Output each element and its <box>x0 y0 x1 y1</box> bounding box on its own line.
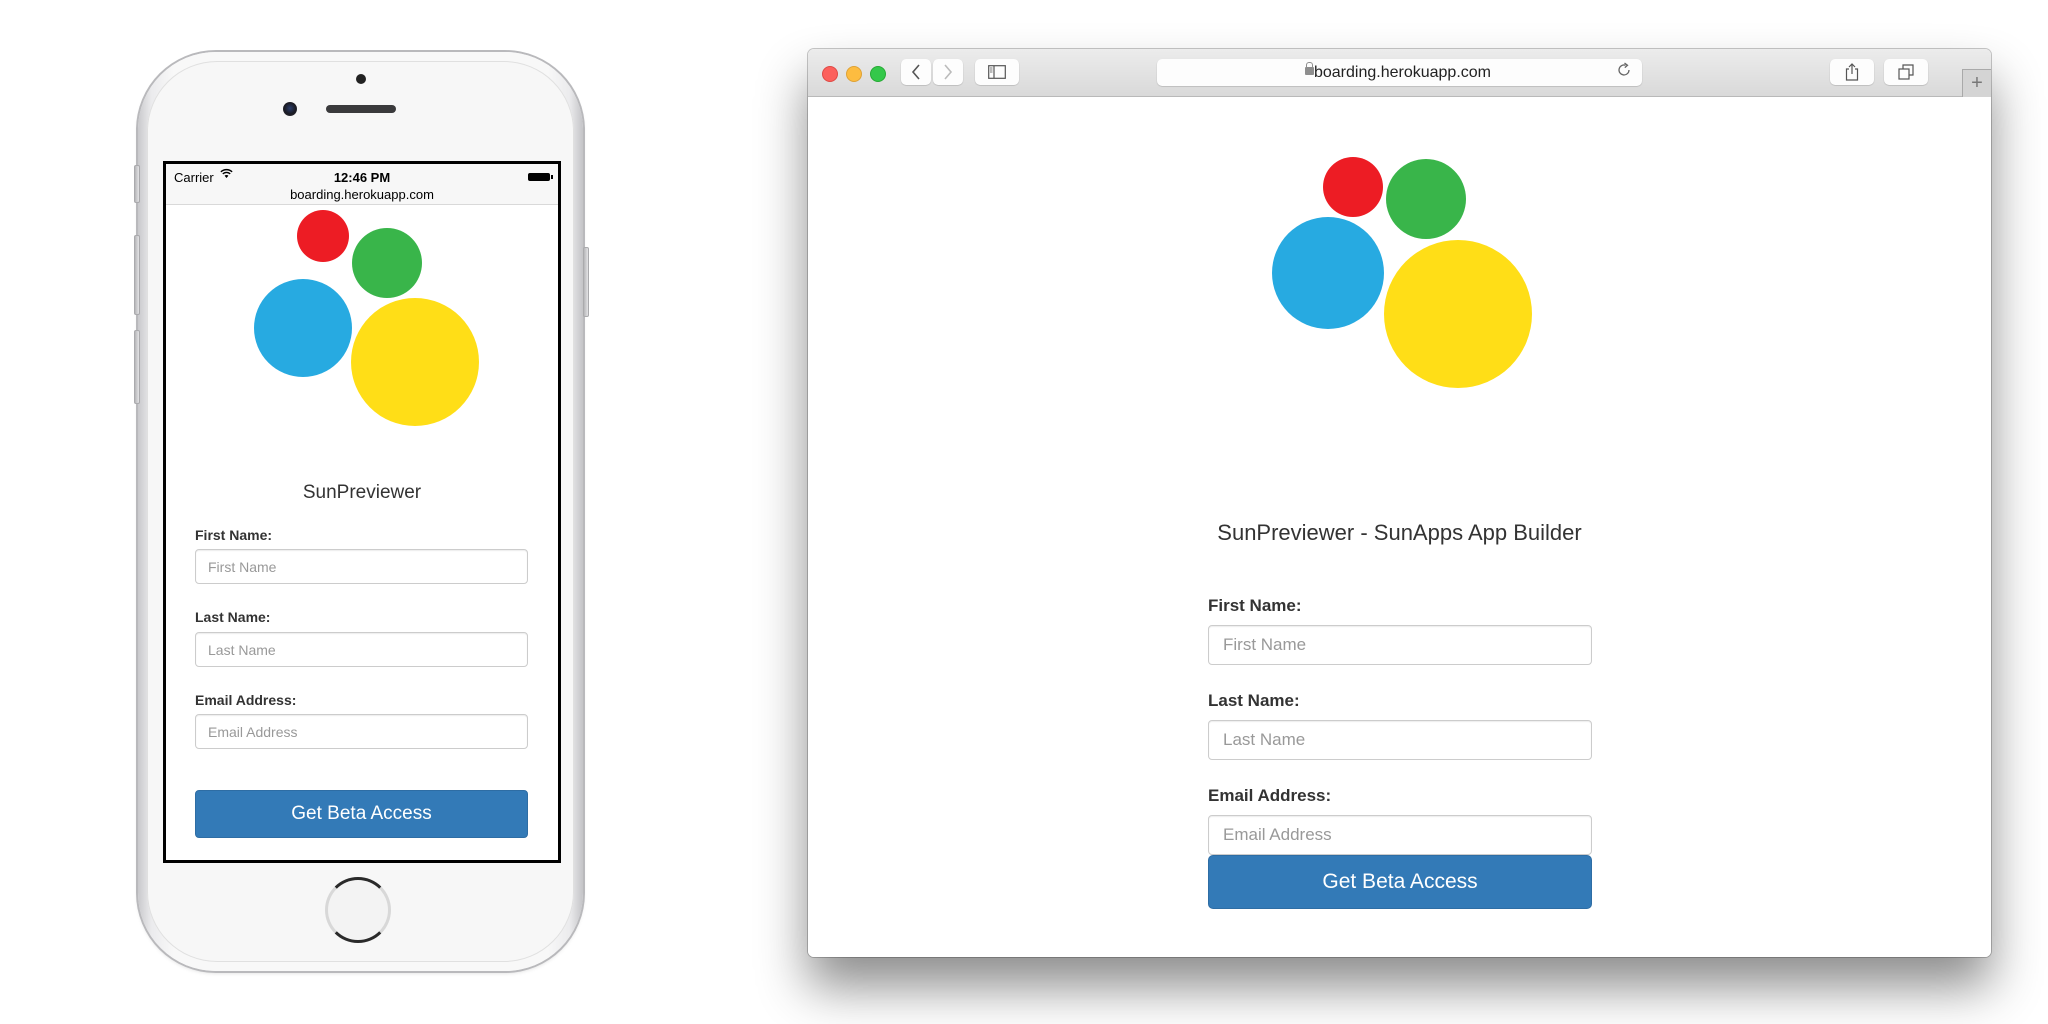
tabs-overview-icon <box>1898 64 1914 80</box>
address-bar[interactable]: boarding.herokuapp.com <box>1157 59 1642 86</box>
email-label: Email Address: <box>1208 786 1332 805</box>
share-icon <box>1845 63 1859 81</box>
last-name-input[interactable] <box>1208 720 1592 760</box>
safari-page-content: SunPreviewer - SunApps App Builder First… <box>808 97 1991 957</box>
volume-down-button <box>134 330 140 404</box>
earpiece-speaker <box>326 105 396 113</box>
email-label: Email Address: <box>195 692 297 708</box>
minimize-window-button[interactable] <box>846 66 862 82</box>
back-button[interactable] <box>901 59 931 85</box>
front-camera-icon <box>283 102 297 116</box>
new-tab-button[interactable]: + <box>1962 69 1991 98</box>
logo-green-circle <box>1386 159 1466 239</box>
first-name-input[interactable] <box>195 549 528 584</box>
logo-blue-circle <box>1272 217 1384 329</box>
share-button[interactable] <box>1830 59 1874 85</box>
safari-toolbar: boarding.herokuapp.com + <box>808 49 1991 98</box>
get-beta-access-button[interactable]: Get Beta Access <box>1208 855 1592 909</box>
power-button <box>583 247 589 317</box>
mobile-status-bar: Carrier 12:46 PM boarding.herokuapp.com <box>166 164 558 205</box>
reload-icon[interactable] <box>1616 62 1632 83</box>
get-beta-access-button[interactable]: Get Beta Access <box>195 790 528 838</box>
logo-blue-circle <box>254 279 352 377</box>
mobile-url-label[interactable]: boarding.herokuapp.com <box>166 187 558 202</box>
chevron-right-icon <box>944 64 953 80</box>
first-name-input[interactable] <box>1208 625 1592 665</box>
email-input[interactable] <box>195 714 528 749</box>
first-name-label: First Name: <box>195 527 273 543</box>
logo-red-circle <box>297 210 349 262</box>
tabs-overview-button[interactable] <box>1884 59 1928 85</box>
logo-red-circle <box>1323 157 1383 217</box>
safari-window: boarding.herokuapp.com + SunPreviewer - … <box>808 49 1991 957</box>
phone-screen: Carrier 12:46 PM boarding.herokuapp.com … <box>163 161 561 863</box>
volume-up-button <box>134 235 140 315</box>
last-name-label: Last Name: <box>1208 691 1300 710</box>
logo-green-circle <box>352 228 422 298</box>
zoom-window-button[interactable] <box>870 66 886 82</box>
mobile-page-title: SunPreviewer <box>302 482 422 503</box>
address-text[interactable]: boarding.herokuapp.com <box>1157 64 1642 82</box>
proximity-sensor <box>356 74 366 84</box>
logo-yellow-circle <box>1384 240 1532 388</box>
logo-yellow-circle <box>351 298 479 426</box>
chevron-left-icon <box>911 64 920 80</box>
first-name-label: First Name: <box>1208 596 1302 615</box>
desktop-page-title: SunPreviewer - SunApps App Builder <box>1217 520 1582 545</box>
home-button[interactable] <box>325 877 391 943</box>
last-name-input[interactable] <box>195 632 528 667</box>
status-time: 12:46 PM <box>333 170 391 185</box>
mute-switch <box>134 165 140 203</box>
close-window-button[interactable] <box>822 66 838 82</box>
last-name-label: Last Name: <box>195 609 271 625</box>
forward-button[interactable] <box>933 59 963 85</box>
sidebar-icon <box>988 65 1006 79</box>
sidebar-toggle-button[interactable] <box>975 59 1019 85</box>
email-input[interactable] <box>1208 815 1592 855</box>
battery-full-icon <box>528 173 553 181</box>
